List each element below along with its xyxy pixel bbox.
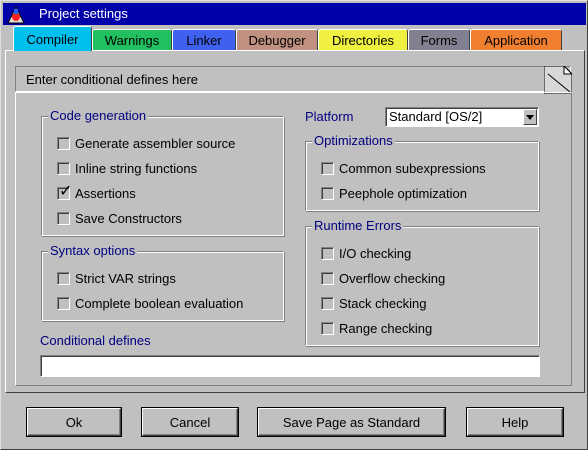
checkbox-box[interactable]: [57, 271, 70, 285]
checkbox-label: Inline string functions: [75, 160, 198, 176]
tab-label: Linker: [186, 33, 222, 48]
code-generation-group: Code generation Generate assembler sourc…: [41, 108, 284, 236]
dropdown-button[interactable]: [523, 109, 537, 125]
checkbox-box[interactable]: [57, 161, 70, 175]
group-title: Optimizations: [312, 133, 395, 148]
button-label: Cancel: [169, 414, 211, 430]
assertions-checkbox[interactable]: ✓ Assertions: [57, 182, 136, 202]
tab-directories[interactable]: Directories: [318, 29, 408, 51]
checkbox-box[interactable]: ✓: [57, 182, 72, 200]
checkbox-label: Complete boolean evaluation: [75, 295, 244, 311]
complete-boolean-evaluation-checkbox[interactable]: Complete boolean evaluation: [57, 294, 243, 312]
checkbox-label: Peephole optimization: [339, 185, 467, 201]
tab-label: Directories: [331, 33, 395, 48]
checkbox-label: Range checking: [339, 320, 433, 336]
range-checking-checkbox[interactable]: Range checking: [321, 319, 432, 337]
checkbox-label: Stack checking: [339, 295, 427, 311]
generate-assembler-checkbox[interactable]: Generate assembler source: [57, 134, 235, 152]
conditional-defines-input[interactable]: [40, 355, 540, 377]
button-label: Save Page as Standard: [282, 414, 421, 430]
platform-select[interactable]: Standard [OS/2]: [385, 107, 539, 127]
app-icon[interactable]: [6, 5, 26, 25]
hint-text: Enter conditional defines here: [26, 72, 199, 87]
syntax-options-group: Syntax options Strict VAR strings Comple…: [41, 243, 284, 321]
checkbox-box[interactable]: [321, 296, 334, 310]
checkbox-box[interactable]: [321, 271, 334, 285]
tab-warnings[interactable]: Warnings: [92, 29, 172, 51]
checkbox-label: Common subexpressions: [339, 160, 486, 176]
peephole-optimization-checkbox[interactable]: Peephole optimization: [321, 184, 467, 202]
button-label: Ok: [65, 414, 83, 430]
tab-forms[interactable]: Forms: [408, 29, 470, 51]
checkbox-box[interactable]: [321, 246, 334, 260]
platform-value: Standard [OS/2]: [389, 109, 483, 124]
tab-label: Compiler: [26, 31, 79, 47]
save-constructors-checkbox[interactable]: Save Constructors: [57, 209, 182, 227]
button-label: Help: [501, 414, 529, 430]
checkbox-label: Overflow checking: [339, 270, 446, 286]
checkbox-label: Strict VAR strings: [75, 270, 176, 286]
common-subexpressions-checkbox[interactable]: Common subexpressions: [321, 159, 486, 177]
runtime-errors-group: Runtime Errors I/O checking Overflow che…: [305, 218, 539, 346]
ok-button[interactable]: Ok: [27, 408, 121, 436]
strict-var-strings-checkbox[interactable]: Strict VAR strings: [57, 269, 176, 287]
title-bar[interactable]: Project settings: [3, 3, 586, 25]
tab-application[interactable]: Application: [470, 29, 562, 51]
group-title: Syntax options: [48, 243, 138, 258]
tab-label: Application: [484, 33, 548, 48]
platform-label: Platform: [305, 109, 354, 124]
tab-label: Forms: [420, 33, 458, 48]
cancel-button[interactable]: Cancel: [142, 408, 238, 436]
window-title: Project settings: [39, 6, 128, 21]
hint-bar: Enter conditional defines here: [15, 66, 571, 92]
checkbox-label: Generate assembler source: [75, 135, 236, 151]
help-button[interactable]: Help: [467, 408, 563, 436]
checkbox-box[interactable]: [57, 296, 70, 310]
checkbox-box[interactable]: [57, 136, 70, 150]
checkbox-box[interactable]: [321, 321, 334, 335]
checkbox-label: Save Constructors: [75, 210, 182, 226]
tab-compiler[interactable]: Compiler: [13, 26, 92, 51]
checkbox-label: Assertions: [75, 185, 136, 201]
overflow-checking-checkbox[interactable]: Overflow checking: [321, 269, 445, 287]
optimizations-group: Optimizations Common subexpressions Peep…: [305, 133, 539, 211]
project-settings-window: Project settings Compiler Warnings Linke…: [0, 0, 588, 450]
inline-string-functions-checkbox[interactable]: Inline string functions: [57, 159, 197, 177]
checkmark-icon: ✓: [59, 180, 73, 200]
group-title: Code generation: [48, 108, 149, 123]
tab-label: Warnings: [104, 33, 160, 48]
chevron-down-icon: [526, 115, 534, 120]
tab-label: Debugger: [248, 33, 306, 48]
checkbox-box[interactable]: [57, 211, 70, 225]
group-title: Runtime Errors: [312, 218, 404, 233]
conditional-defines-label: Conditional defines: [40, 333, 151, 348]
tab-debugger[interactable]: Debugger: [236, 29, 318, 51]
io-checking-checkbox[interactable]: I/O checking: [321, 244, 411, 262]
checkbox-box[interactable]: [321, 186, 334, 200]
page-curl-icon[interactable]: [544, 66, 572, 94]
stack-checking-checkbox[interactable]: Stack checking: [321, 294, 426, 312]
checkbox-box[interactable]: [321, 161, 334, 175]
checkbox-label: I/O checking: [339, 245, 412, 261]
tab-linker[interactable]: Linker: [172, 29, 236, 51]
save-page-as-standard-button[interactable]: Save Page as Standard: [258, 408, 445, 436]
